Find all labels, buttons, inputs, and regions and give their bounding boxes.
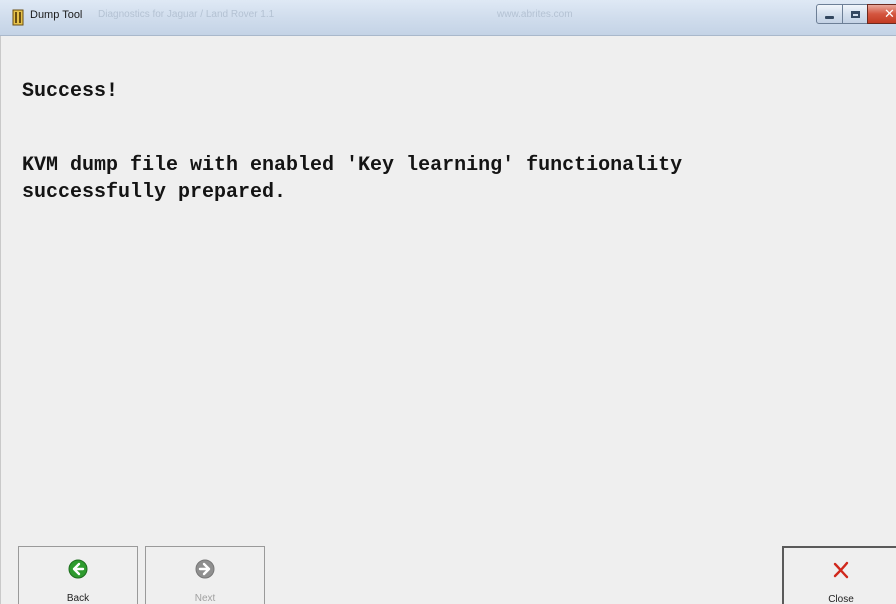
back-button-label: Back [66,593,90,604]
success-message: KVM dump file with enabled 'Key learning… [22,154,683,204]
window-title: Dump Tool [30,9,83,21]
success-heading: Success! [22,80,119,103]
maximize-button[interactable] [842,4,868,24]
maximize-icon [850,10,860,18]
close-button[interactable]: Close [782,546,896,604]
window-close-button[interactable]: ✕ [867,4,896,24]
message-area: Success! KVM dump file with enabled 'Key… [22,78,882,206]
title-bar[interactable]: Dump Tool Diagnostics for Jaguar / Land … [0,0,896,36]
next-button-label: Next [194,593,216,604]
app-icon [12,9,24,26]
window-title-suffix: Diagnostics for Jaguar / Land Rover 1.1 [98,9,275,20]
arrow-left-icon [68,559,88,579]
window-title-url: www.abrites.com [497,9,573,20]
close-icon: ✕ [884,6,895,22]
next-button[interactable]: Next [145,546,265,604]
close-button-label: Close [828,594,854,604]
minimize-icon [825,16,834,19]
window-left-border [0,36,1,604]
arrow-right-icon [195,559,215,579]
caption-buttons: ✕ [816,4,896,24]
minimize-button[interactable] [816,4,843,24]
back-button[interactable]: Back [18,546,138,604]
dump-tool-window: Dump Tool Diagnostics for Jaguar / Land … [0,0,896,604]
close-x-icon [833,561,849,579]
